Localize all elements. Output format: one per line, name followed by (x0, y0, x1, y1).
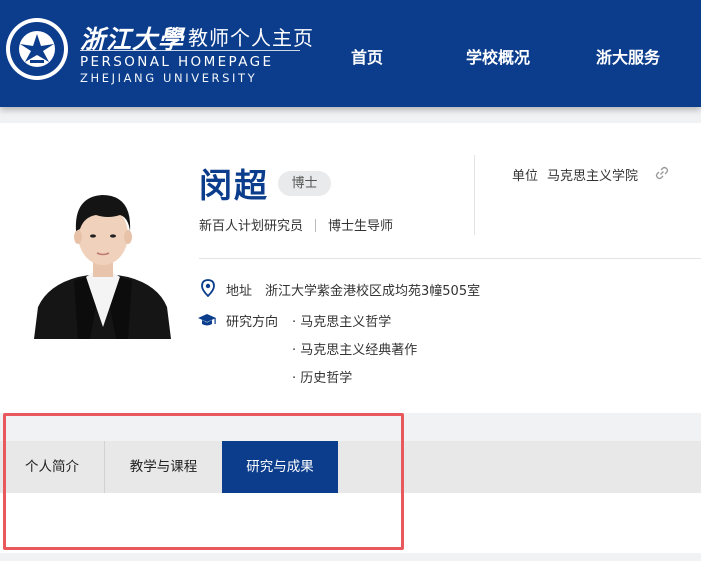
tab-research-achievements[interactable]: 研究与成果 (222, 441, 338, 493)
logo-subtitle: 教师个人主页 (188, 26, 314, 50)
research-label: 研究方向 (226, 315, 279, 330)
section-tabs: 个人简介 教学与课程 研究与成果 (0, 441, 701, 493)
tab-content-area (0, 493, 701, 553)
zju-emblem-icon[interactable] (4, 16, 70, 82)
address-value: 浙江大学紫金港校区成均苑3幢505室 (265, 284, 481, 299)
vertical-divider (474, 155, 475, 235)
nav-zju-services[interactable]: 浙大服务 (596, 44, 660, 68)
location-pin-icon (201, 279, 215, 297)
horizontal-divider (199, 258, 701, 259)
unit-label: 单位 (512, 169, 539, 184)
address-label: 地址 (226, 284, 253, 299)
graduation-cap-icon (198, 314, 216, 326)
logo-divider (80, 50, 300, 51)
titles-row: 新百人计划研究员 博士生导师 (199, 215, 393, 234)
title-item: 博士生导师 (328, 219, 394, 234)
logo-english-line1: PERSONAL HOMEPAGE (80, 54, 274, 70)
site-header: 浙江大學 教师个人主页 PERSONAL HOMEPAGE ZHEJIANG U… (0, 0, 701, 107)
profile-photo (34, 157, 171, 339)
research-item: · 历史哲学 (292, 371, 353, 386)
title-separator (315, 219, 317, 232)
nav-school-overview[interactable]: 学校概况 (466, 44, 530, 68)
title-item: 新百人计划研究员 (199, 219, 304, 234)
unit-value[interactable]: 马克思主义学院 (547, 165, 638, 184)
link-icon[interactable] (654, 165, 670, 181)
tab-profile-intro[interactable]: 个人简介 (0, 441, 104, 493)
profile-card: 闵超 博士 新百人计划研究员 博士生导师 单位 马克思主义学院 地址 浙江大学紫金… (0, 123, 701, 413)
research-item: · 马克思主义哲学 (292, 315, 392, 330)
portrait-image (34, 157, 171, 339)
tab-teaching-courses[interactable]: 教学与课程 (105, 441, 222, 493)
degree-badge: 博士 (278, 171, 331, 196)
teacher-name: 闵超 (199, 167, 269, 204)
nav-home[interactable]: 首页 (351, 44, 383, 68)
research-item: · 马克思主义经典著作 (292, 343, 418, 358)
logo-english-line2: ZHEJIANG UNIVERSITY (80, 71, 258, 85)
